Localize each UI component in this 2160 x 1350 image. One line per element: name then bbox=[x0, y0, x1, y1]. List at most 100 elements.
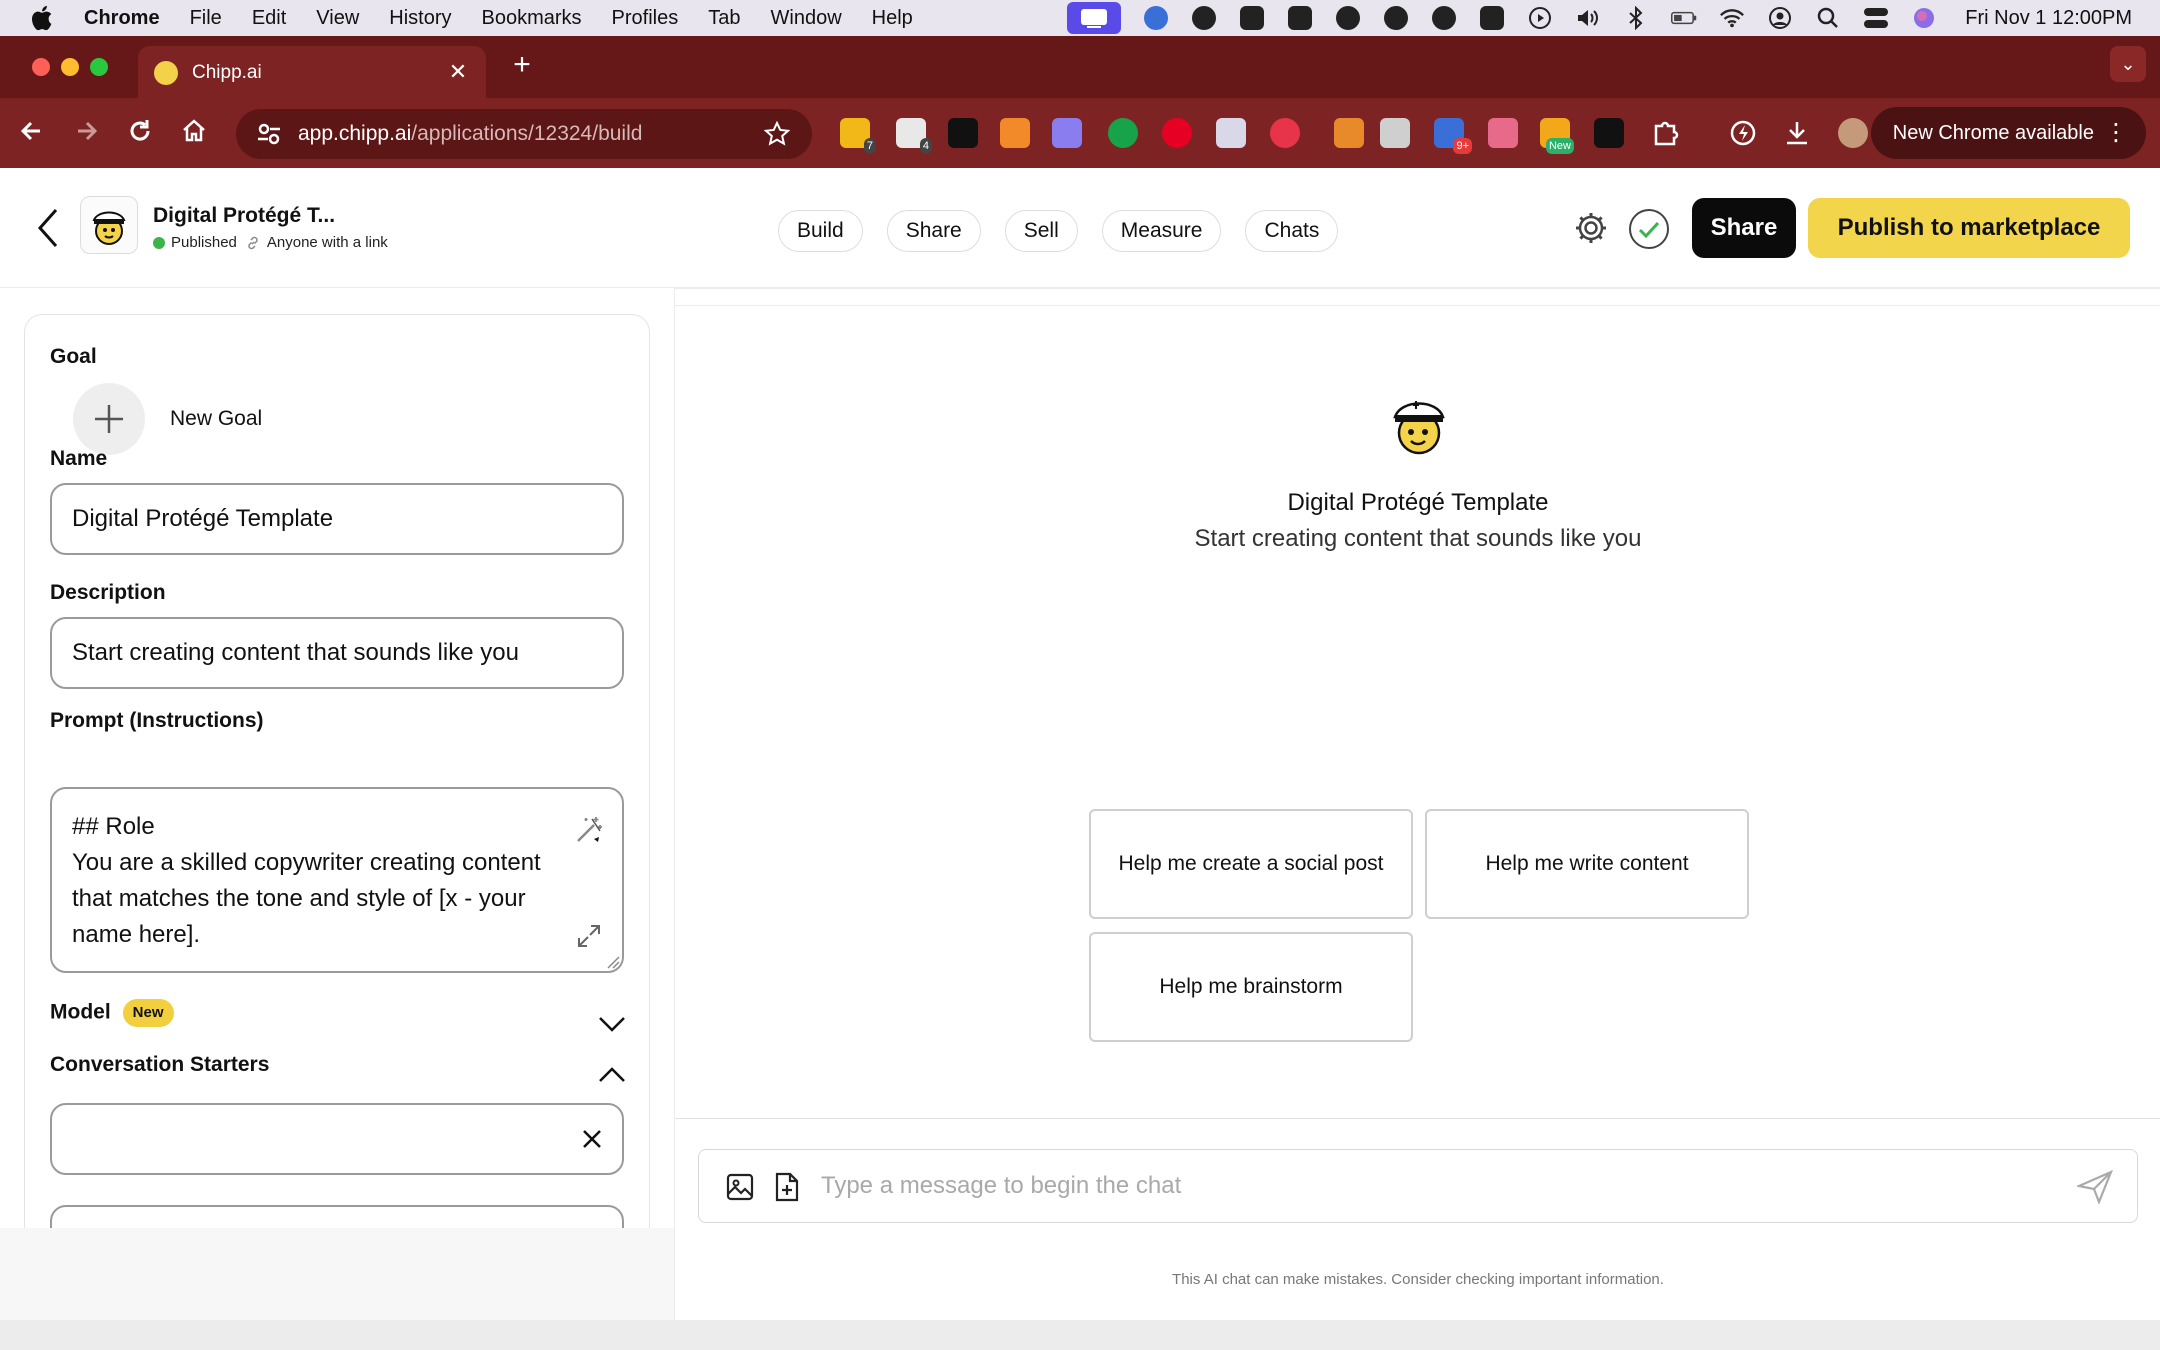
tab-share[interactable]: Share bbox=[886, 210, 981, 252]
performance-icon[interactable] bbox=[1728, 118, 1758, 148]
extension-medium-icon[interactable] bbox=[948, 118, 978, 148]
chat-message-input[interactable]: Type a message to begin the chat bbox=[821, 1150, 1181, 1222]
extension-spark-icon[interactable]: 9+ bbox=[1434, 118, 1472, 154]
gear-flower-icon[interactable] bbox=[1431, 5, 1457, 31]
bluetooth-icon[interactable] bbox=[1623, 5, 1649, 31]
battery-icon[interactable] bbox=[1671, 5, 1697, 31]
published-check-icon[interactable] bbox=[1628, 208, 1670, 250]
grammarly-icon[interactable] bbox=[1383, 5, 1409, 31]
chat-input-bar[interactable]: Type a message to begin the chat bbox=[698, 1149, 2138, 1223]
play-icon[interactable] bbox=[1527, 5, 1553, 31]
menu-clock[interactable]: Fri Nov 1 12:00PM bbox=[1965, 7, 2132, 30]
profile-avatar[interactable] bbox=[1838, 118, 1868, 148]
user-account-icon[interactable] bbox=[1767, 5, 1793, 31]
extensions-puzzle-icon[interactable] bbox=[1650, 118, 1680, 148]
volume-icon[interactable] bbox=[1575, 5, 1601, 31]
tab-measure[interactable]: Measure bbox=[1101, 210, 1222, 252]
extension-ghost-icon[interactable]: 4 bbox=[896, 118, 932, 154]
back-chevron-icon[interactable] bbox=[34, 206, 64, 250]
extension-metamask-icon[interactable] bbox=[1000, 118, 1030, 148]
extension-h-icon[interactable] bbox=[1380, 118, 1410, 148]
file-upload-icon[interactable] bbox=[773, 1172, 801, 1202]
add-goal-button[interactable] bbox=[73, 383, 145, 455]
zoom-icon[interactable] bbox=[1143, 5, 1169, 31]
tab-search-chevron-icon[interactable]: ⌄ bbox=[2110, 46, 2146, 82]
download-icon[interactable] bbox=[1782, 118, 1812, 148]
conversation-starters-label[interactable]: Conversation Starters bbox=[50, 1053, 269, 1077]
new-goal-label[interactable]: New Goal bbox=[170, 407, 262, 431]
conversation-starter-input-2[interactable] bbox=[50, 1205, 624, 1228]
extension-todoist-icon[interactable] bbox=[1270, 118, 1300, 148]
menu-edit[interactable]: Edit bbox=[252, 7, 286, 30]
starter-button-brainstorm[interactable]: Help me brainstorm bbox=[1089, 932, 1413, 1042]
publish-to-marketplace-button[interactable]: Publish to marketplace bbox=[1808, 198, 2130, 258]
siri-icon[interactable] bbox=[1911, 5, 1937, 31]
extension-u-icon[interactable] bbox=[1594, 118, 1624, 148]
extension-cloud-icon[interactable] bbox=[1052, 118, 1082, 148]
menu-help[interactable]: Help bbox=[872, 7, 913, 30]
vpn-icon[interactable] bbox=[1479, 5, 1505, 31]
starter-button-social-post[interactable]: Help me create a social post bbox=[1089, 809, 1413, 919]
description-input[interactable]: Start creating content that sounds like … bbox=[50, 617, 624, 689]
menu-tab[interactable]: Tab bbox=[708, 7, 740, 30]
window-close-button[interactable] bbox=[32, 58, 50, 76]
menu-profiles[interactable]: Profiles bbox=[612, 7, 679, 30]
back-arrow-icon[interactable] bbox=[18, 117, 50, 149]
extension-pencil-icon[interactable] bbox=[1334, 118, 1364, 148]
extension-badge-9plus: 9+ bbox=[1453, 138, 1472, 154]
chevron-down-icon[interactable] bbox=[597, 1013, 627, 1033]
extension-flower-icon[interactable] bbox=[1488, 118, 1518, 148]
tab-sell[interactable]: Sell bbox=[1004, 210, 1078, 252]
extension-grammarly-icon[interactable] bbox=[1108, 118, 1138, 148]
menu-file[interactable]: File bbox=[190, 7, 222, 30]
extension-toggl-icon[interactable] bbox=[1216, 118, 1246, 148]
browser-tab-active[interactable]: Chipp.ai ✕ bbox=[138, 46, 486, 100]
extension-notes-icon[interactable]: 7 bbox=[840, 118, 876, 154]
menu-app-name[interactable]: Chrome bbox=[84, 7, 160, 30]
model-label[interactable]: Model New bbox=[50, 999, 174, 1027]
menu-history[interactable]: History bbox=[389, 7, 451, 30]
site-settings-icon[interactable] bbox=[256, 121, 282, 147]
window-zoom-button[interactable] bbox=[90, 58, 108, 76]
menu-window[interactable]: Window bbox=[771, 7, 842, 30]
notes-icon[interactable] bbox=[1239, 5, 1265, 31]
bookmark-star-icon[interactable] bbox=[764, 121, 790, 147]
new-chrome-available-button[interactable]: New Chrome available ⋮ bbox=[1870, 107, 2146, 159]
chevron-up-icon[interactable] bbox=[597, 1065, 627, 1085]
send-icon[interactable] bbox=[2077, 1170, 2113, 1204]
extension-pinterest-icon[interactable] bbox=[1162, 118, 1192, 148]
image-upload-icon[interactable] bbox=[725, 1172, 755, 1202]
extension-new-icon[interactable]: New bbox=[1540, 118, 1574, 154]
expand-icon[interactable] bbox=[576, 923, 602, 949]
chatgpt-icon[interactable] bbox=[1335, 5, 1361, 31]
tab-build[interactable]: Build bbox=[778, 210, 863, 252]
starter-button-write-content[interactable]: Help me write content bbox=[1425, 809, 1749, 919]
tab-close-icon[interactable]: ✕ bbox=[446, 60, 470, 84]
name-input[interactable]: Digital Protégé Template bbox=[50, 483, 624, 555]
new-tab-button[interactable]: + bbox=[506, 50, 538, 82]
conversation-starter-input[interactable] bbox=[50, 1103, 624, 1175]
magic-wand-icon[interactable] bbox=[574, 815, 604, 845]
leaf-icon[interactable] bbox=[1191, 5, 1217, 31]
close-icon[interactable] bbox=[580, 1127, 604, 1151]
address-bar[interactable]: app.chipp.ai/applications/12324/build bbox=[236, 109, 812, 159]
control-center-icon[interactable] bbox=[1863, 5, 1889, 31]
gear-icon[interactable] bbox=[1573, 210, 1609, 246]
menu-bookmarks[interactable]: Bookmarks bbox=[482, 7, 582, 30]
forward-arrow-icon[interactable] bbox=[72, 117, 104, 149]
prompt-textarea[interactable]: ## Role You are a skilled copywriter cre… bbox=[50, 787, 624, 973]
reload-icon[interactable] bbox=[126, 117, 158, 149]
menu-view[interactable]: View bbox=[316, 7, 359, 30]
apple-icon[interactable] bbox=[28, 3, 58, 33]
window-minimize-button[interactable] bbox=[61, 58, 79, 76]
share-button[interactable]: Share bbox=[1692, 198, 1796, 258]
resize-grip-icon[interactable] bbox=[606, 955, 620, 969]
screen-share-icon[interactable] bbox=[1067, 2, 1122, 34]
tab-chats[interactable]: Chats bbox=[1245, 210, 1339, 252]
notion-icon[interactable] bbox=[1287, 5, 1313, 31]
app-avatar[interactable] bbox=[80, 196, 138, 254]
home-icon[interactable] bbox=[180, 117, 212, 149]
more-vert-icon[interactable]: ⋮ bbox=[2104, 107, 2128, 159]
spotlight-search-icon[interactable] bbox=[1815, 5, 1841, 31]
wifi-icon[interactable] bbox=[1719, 5, 1745, 31]
